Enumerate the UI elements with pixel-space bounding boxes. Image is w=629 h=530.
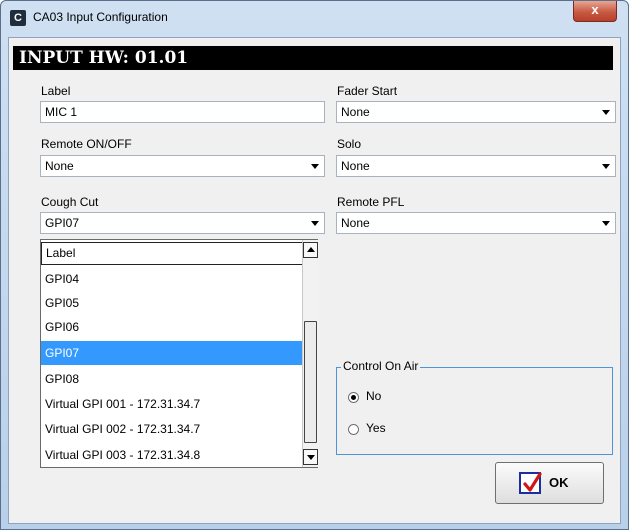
close-button[interactable]: x <box>573 1 617 22</box>
fader-start-select[interactable]: None <box>336 101 616 123</box>
chevron-down-icon <box>602 164 610 169</box>
cough-cut-select[interactable]: GPI07 <box>40 212 325 234</box>
cough-cut-label: Cough Cut <box>41 195 99 209</box>
dropdown-header-item[interactable]: Label <box>41 242 303 265</box>
solo-label: Solo <box>337 137 362 151</box>
close-icon: x <box>591 2 599 17</box>
label-input[interactable]: MIC 1 <box>40 101 325 123</box>
chevron-down-icon <box>311 164 319 169</box>
radio-selected-dot <box>351 395 356 400</box>
solo-select[interactable]: None <box>336 155 616 177</box>
chevron-down-icon <box>602 110 610 115</box>
fader-start-value: None <box>341 105 370 119</box>
dropdown-scrollbar[interactable] <box>302 240 319 467</box>
radio-no-label[interactable]: No <box>366 389 381 403</box>
control-on-air-title: Control On Air <box>341 359 421 373</box>
arrow-up-icon <box>307 247 315 252</box>
dropdown-item-gpi05[interactable]: GPI05 <box>41 291 303 315</box>
chevron-down-icon <box>311 221 319 226</box>
app-icon: C <box>10 10 26 26</box>
radio-no[interactable] <box>348 392 359 403</box>
arrow-down-icon <box>307 455 315 460</box>
dropdown-item-gpi04[interactable]: GPI04 <box>41 267 303 291</box>
control-on-air-group <box>336 367 613 455</box>
scroll-up-button[interactable] <box>303 242 318 258</box>
cough-cut-dropdown-list[interactable]: Label GPI04 GPI05 GPI06 GPI07 GPI08 Virt… <box>40 239 319 468</box>
remote-pfl-label: Remote PFL <box>337 195 405 209</box>
ok-button[interactable]: OK <box>495 462 604 504</box>
cough-cut-value: GPI07 <box>45 216 80 230</box>
label-field-label: Label <box>41 84 71 98</box>
scroll-down-button[interactable] <box>303 449 318 465</box>
checkmark-icon <box>519 472 542 494</box>
remote-pfl-select[interactable]: None <box>336 212 616 234</box>
dropdown-item-gpi08[interactable]: GPI08 <box>41 367 303 391</box>
remote-onoff-select[interactable]: None <box>40 155 325 177</box>
dropdown-item-gpi06[interactable]: GPI06 <box>41 315 303 339</box>
fader-start-label: Fader Start <box>337 84 398 98</box>
label-input-value: MIC 1 <box>45 105 78 119</box>
dropdown-item-virtual-gpi-002[interactable]: Virtual GPI 002 - 172.31.34.7 <box>41 417 303 441</box>
checkmark-glyph <box>523 472 542 492</box>
chevron-down-icon <box>602 221 610 226</box>
scroll-thumb[interactable] <box>304 321 317 443</box>
dropdown-item-virtual-gpi-003[interactable]: Virtual GPI 003 - 172.31.34.8 <box>41 443 303 467</box>
ok-label: OK <box>549 475 569 490</box>
title-bar[interactable]: C CA03 Input Configuration x <box>1 1 628 39</box>
remote-onoff-value: None <box>45 159 74 173</box>
page-title: INPUT HW: 01.01 <box>13 46 613 70</box>
remote-pfl-value: None <box>341 216 370 230</box>
radio-yes[interactable] <box>348 424 359 435</box>
window-title: CA03 Input Configuration <box>33 10 168 24</box>
remote-onoff-label: Remote ON/OFF <box>41 137 132 151</box>
solo-value: None <box>341 159 370 173</box>
radio-yes-label[interactable]: Yes <box>366 421 386 435</box>
dropdown-item-virtual-gpi-001[interactable]: Virtual GPI 001 - 172.31.34.7 <box>41 392 303 416</box>
dropdown-item-gpi07[interactable]: GPI07 <box>41 341 303 365</box>
